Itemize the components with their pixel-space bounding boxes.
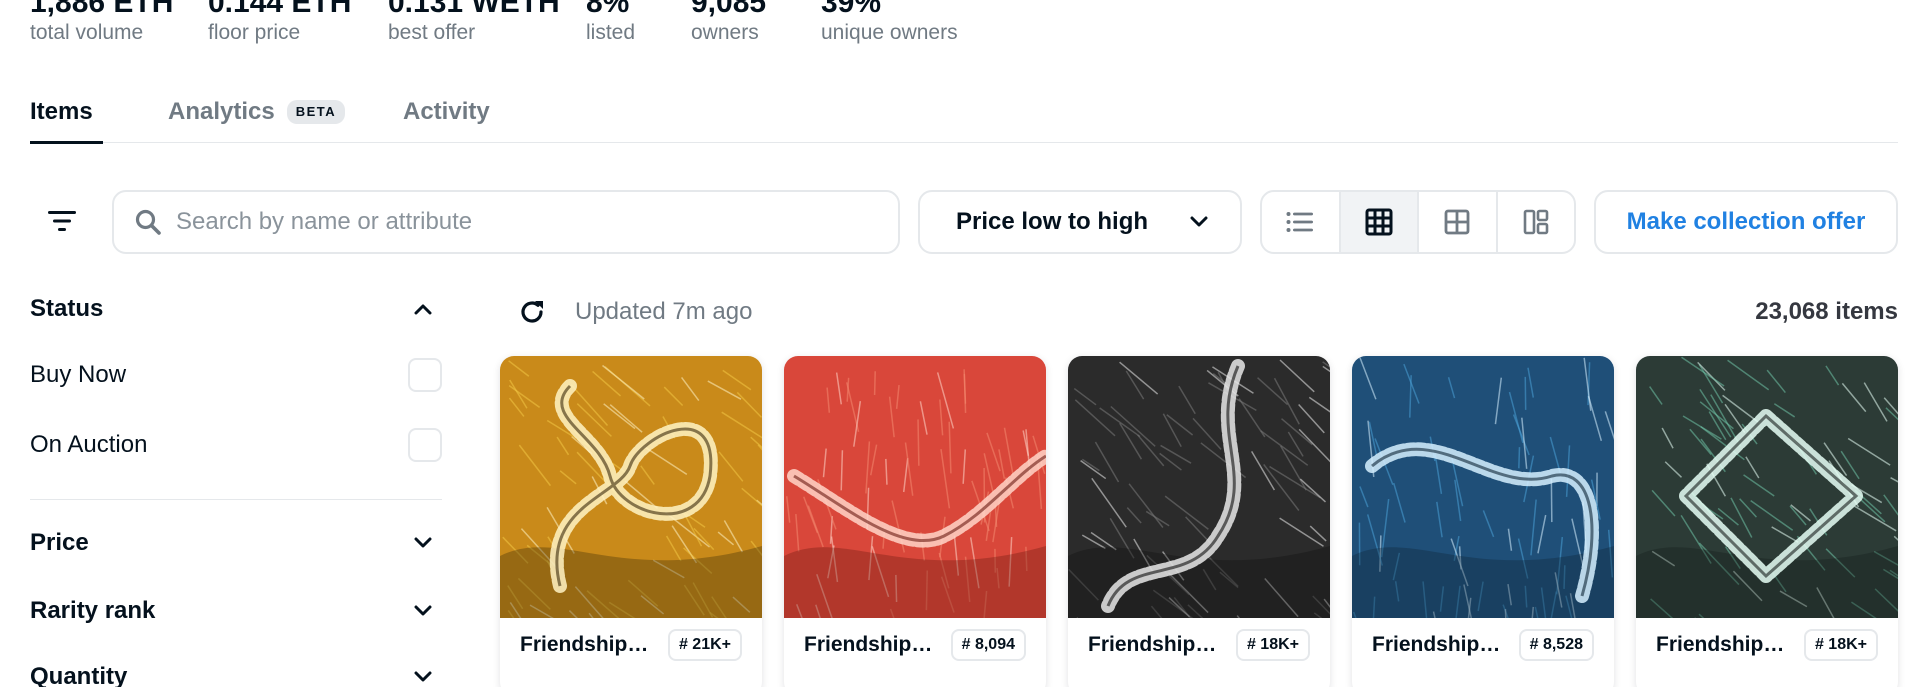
section-title: Status [30,295,104,322]
rarity-rank-badge: # 18K+ [1803,629,1878,661]
stat-value: 1,886 ETH [30,0,174,19]
rarity-rank-badge: # 21K+ [667,629,742,661]
section-title: Price [30,529,89,556]
card-footer: Friendship ... # 8,528 [1352,618,1614,687]
mosaic-view-icon [1523,209,1549,235]
item-card[interactable]: Friendship ... # 18K+ [1068,356,1330,687]
collection-tabs: Items Analytics BETA Activity [30,90,1898,144]
search-icon [135,209,161,235]
list-view-icon [1286,212,1314,232]
stat-label: best offer [388,21,476,44]
large-grid-view-button[interactable] [1419,192,1498,252]
tab-label: Activity [403,98,490,125]
tab-activity[interactable]: Activity [403,90,490,143]
stat-best-offer[interactable]: 0.131 WETH best offer [388,0,560,46]
view-mode-toggle [1260,190,1576,254]
beta-badge: BETA [286,100,346,124]
last-updated-text: Updated 7m ago [575,298,753,325]
nft-artwork [1636,356,1898,618]
card-footer: Friendship ... # 18K+ [1636,618,1898,687]
item-count: 23,068 items [1755,298,1898,325]
small-grid-icon [1365,208,1393,236]
item-card[interactable]: Friendship ... # 18K+ [1636,356,1898,687]
status-option-on-auction[interactable]: On Auction [30,425,442,465]
status-filter-header[interactable]: Status [30,289,442,329]
stat-owners[interactable]: 9,085 owners [691,0,766,46]
section-title: Rarity rank [30,597,156,624]
nft-artwork [1068,356,1330,618]
item-name: Friendship ... [804,633,934,656]
rarity-rank-badge: # 8,094 [950,629,1026,661]
refresh-icon [521,301,543,323]
rarity-rank-badge: # 18K+ [1235,629,1310,661]
sort-selected-label: Price low to high [956,208,1149,235]
sort-dropdown[interactable]: Price low to high [918,190,1242,254]
chevron-down-icon [414,537,432,548]
stat-value: 0.131 WETH [388,0,560,19]
stat-label: listed [586,21,636,44]
stat-value: 0.144 ETH [208,0,352,19]
item-image [1636,356,1898,618]
stat-unique-owners[interactable]: 39% unique owners [821,0,958,46]
option-label: Buy Now [30,361,127,388]
item-image [500,356,762,618]
item-card[interactable]: Friendship ... # 8,528 [1352,356,1614,687]
status-option-buy-now[interactable]: Buy Now [30,355,442,395]
item-name: Friendship B... [520,633,650,656]
price-filter-header[interactable]: Price [30,523,442,563]
item-name: Friendship ... [1088,633,1218,656]
stat-label: unique owners [821,21,958,44]
item-name: Friendship ... [1372,633,1502,656]
tab-items[interactable]: Items [30,90,103,144]
small-grid-view-button[interactable] [1340,192,1419,252]
buy-now-checkbox[interactable] [408,358,442,392]
item-image [1352,356,1614,618]
search-input[interactable] [176,208,856,236]
search-box [112,190,900,254]
tab-analytics[interactable]: Analytics BETA [168,90,346,143]
stat-label: owners [691,21,759,44]
stat-value: 9,085 [691,0,767,19]
card-footer: Friendship B... # 21K+ [500,618,762,687]
chevron-down-icon [414,605,432,616]
nft-artwork [1352,356,1614,618]
rarity-rank-filter-header[interactable]: Rarity rank [30,591,442,631]
section-title: Quantity [30,663,128,687]
chevron-up-icon [414,304,432,315]
tab-label: Items [30,98,93,125]
chevron-down-icon [414,671,432,682]
stat-label: floor price [208,21,301,44]
item-name: Friendship ... [1656,633,1786,656]
item-image [784,356,1046,618]
refresh-button[interactable] [516,296,548,328]
stat-total-volume[interactable]: 1,886 ETH total volume [30,0,173,46]
chevron-down-icon [1190,216,1208,227]
item-image [1068,356,1330,618]
card-footer: Friendship ... # 18K+ [1068,618,1330,687]
divider [30,499,442,500]
stat-floor-price[interactable]: 0.144 ETH floor price [208,0,351,46]
stat-label: total volume [30,21,144,44]
option-label: On Auction [30,431,148,458]
list-view-button[interactable] [1262,192,1341,252]
item-card[interactable]: Friendship B... # 21K+ [500,356,762,687]
tab-label: Analytics [168,98,275,125]
quantity-filter-header[interactable]: Quantity [30,657,442,687]
stat-listed[interactable]: 8% listed [586,0,635,46]
card-footer: Friendship ... # 8,094 [784,618,1046,687]
item-card[interactable]: Friendship ... # 8,094 [784,356,1046,687]
nft-artwork [500,356,762,618]
large-grid-icon [1444,209,1470,235]
mosaic-view-button[interactable] [1498,192,1575,252]
rarity-rank-badge: # 8,528 [1518,629,1594,661]
stat-value: 39% [821,0,882,19]
make-collection-offer-button[interactable]: Make collection offer [1594,190,1898,254]
stat-value: 8% [586,0,630,19]
filter-toggle-button[interactable] [44,203,80,239]
nft-artwork [784,356,1046,618]
on-auction-checkbox[interactable] [408,428,442,462]
filter-icon [48,211,76,231]
